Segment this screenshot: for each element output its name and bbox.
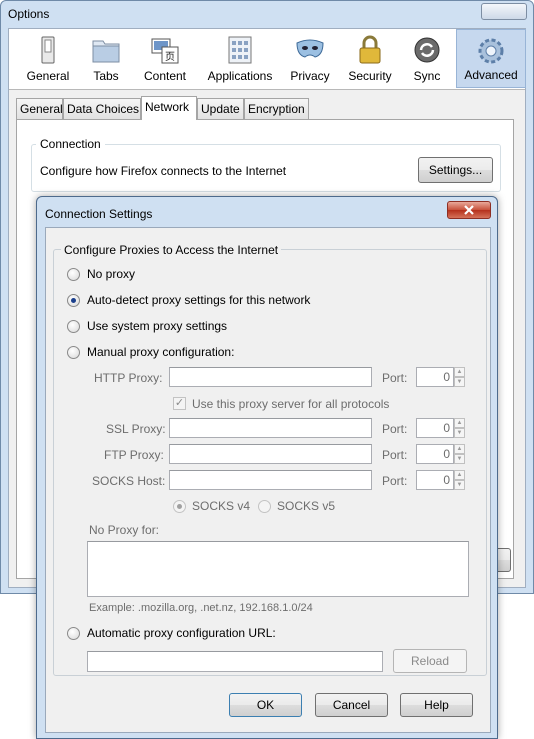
content-icon: 页 <box>151 38 179 64</box>
spin-up-icon[interactable]: ▲ <box>454 470 465 480</box>
connection-settings-dialog: Connection Settings Configure Proxies to… <box>36 196 498 739</box>
http-proxy-label: HTTP Proxy: <box>94 371 163 385</box>
manual-proxy-label[interactable]: Manual proxy configuration: <box>87 345 234 359</box>
share-proxy-checkbox[interactable]: ✓ <box>173 397 186 410</box>
mask-icon <box>296 39 324 58</box>
pane-label: Privacy <box>290 69 330 83</box>
no-proxy-radio[interactable] <box>67 268 80 281</box>
spin-down-icon[interactable]: ▼ <box>454 454 465 464</box>
pane-security[interactable]: Security <box>340 29 400 88</box>
no-proxy-label[interactable]: No proxy <box>87 267 135 281</box>
no-proxy-for-label: No Proxy for: <box>89 523 160 537</box>
cancel-button[interactable]: Cancel <box>315 693 388 717</box>
socks-host-input[interactable] <box>169 470 372 490</box>
ftp-proxy-label: FTP Proxy: <box>104 448 164 462</box>
close-icon <box>464 205 474 215</box>
pane-content[interactable]: 页 Content <box>133 29 197 88</box>
ftp-port-value[interactable]: 0 <box>416 444 454 464</box>
ssl-port-value[interactable]: 0 <box>416 418 454 438</box>
spin-down-icon[interactable]: ▼ <box>454 428 465 438</box>
dialog-close-button[interactable] <box>447 201 491 219</box>
spin-down-icon[interactable]: ▼ <box>454 377 465 387</box>
http-proxy-input[interactable] <box>169 367 372 387</box>
spin-down-icon[interactable]: ▼ <box>454 480 465 490</box>
pane-privacy[interactable]: Privacy <box>283 29 337 88</box>
ftp-proxy-input[interactable] <box>169 444 372 464</box>
settings-button[interactable]: Settings... <box>418 157 493 183</box>
pane-label: Sync <box>413 69 441 83</box>
no-proxy-example: Example: .mozilla.org, .net.nz, 192.168.… <box>89 602 313 614</box>
pane-label: Tabs <box>93 69 119 83</box>
tab-general[interactable]: General <box>16 98 63 119</box>
share-proxy-label[interactable]: Use this proxy server for all protocols <box>192 397 389 411</box>
connection-caption: Connection <box>36 137 105 151</box>
pane-advanced[interactable]: Advanced <box>456 29 526 88</box>
applications-icon <box>228 36 252 64</box>
tab-data-choices[interactable]: Data Choices <box>63 98 141 119</box>
system-proxy-radio[interactable] <box>67 320 80 333</box>
pane-label: Security <box>348 69 392 83</box>
pane-label: Advanced <box>464 68 518 82</box>
pane-sync[interactable]: Sync <box>403 29 451 88</box>
socks-v5-radio[interactable] <box>258 500 271 513</box>
pane-applications[interactable]: Applications <box>201 29 279 88</box>
tab-network[interactable]: Network <box>141 96 197 120</box>
pane-toolbar: General Tabs 页 Content Applications Priv… <box>9 29 526 90</box>
socks-v5-label[interactable]: SOCKS v5 <box>277 499 335 513</box>
dialog-title: Connection Settings <box>45 207 153 221</box>
ssl-proxy-input[interactable] <box>169 418 372 438</box>
socks-v4-label[interactable]: SOCKS v4 <box>192 499 250 513</box>
auto-config-url-input[interactable] <box>87 651 383 672</box>
ftp-port-stepper[interactable]: 0 ▲ ▼ <box>416 444 466 464</box>
pane-label: General <box>26 69 70 83</box>
http-port-value[interactable]: 0 <box>416 367 454 387</box>
pane-general[interactable]: General <box>18 29 78 88</box>
http-port-stepper[interactable]: 0 ▲ ▼ <box>416 367 466 387</box>
socks-host-label: SOCKS Host: <box>92 474 166 488</box>
socks-v4-radio[interactable] <box>173 500 186 513</box>
pane-tabs[interactable]: Tabs <box>81 29 131 88</box>
proxy-group-caption: Configure Proxies to Access the Internet <box>61 243 282 257</box>
manual-proxy-radio[interactable] <box>67 346 80 359</box>
pane-label: Content <box>143 69 187 83</box>
no-proxy-for-textarea[interactable] <box>87 541 469 597</box>
system-proxy-label[interactable]: Use system proxy settings <box>87 319 227 333</box>
svg-text:页: 页 <box>165 51 175 63</box>
socks-port-label: Port: <box>382 474 408 488</box>
auto-config-url-radio[interactable] <box>67 627 80 640</box>
folder-tabs-icon <box>92 40 120 63</box>
ftp-port-label: Port: <box>382 448 408 462</box>
ssl-proxy-label: SSL Proxy: <box>106 422 166 436</box>
help-button[interactable]: Help <box>400 693 473 717</box>
padlock-icon <box>359 35 381 64</box>
switch-icon <box>41 36 55 64</box>
auto-detect-radio[interactable] <box>67 294 80 307</box>
auto-config-url-label[interactable]: Automatic proxy configuration URL: <box>87 626 276 640</box>
pane-label: Applications <box>207 69 273 83</box>
sync-icon <box>414 37 440 63</box>
spin-up-icon[interactable]: ▲ <box>454 444 465 454</box>
spin-up-icon[interactable]: ▲ <box>454 418 465 428</box>
ssl-port-stepper[interactable]: 0 ▲ ▼ <box>416 418 466 438</box>
auto-detect-label[interactable]: Auto-detect proxy settings for this netw… <box>87 293 310 307</box>
tab-update[interactable]: Update <box>197 98 244 119</box>
options-window-close-button[interactable] <box>481 3 527 20</box>
ssl-port-label: Port: <box>382 422 408 436</box>
connection-description: Configure how Firefox connects to the In… <box>40 164 287 178</box>
http-port-label: Port: <box>382 371 408 385</box>
ok-button[interactable]: OK <box>229 693 302 717</box>
gear-icon <box>478 38 504 64</box>
spin-up-icon[interactable]: ▲ <box>454 367 465 377</box>
tab-encryption[interactable]: Encryption <box>244 98 309 119</box>
socks-port-stepper[interactable]: 0 ▲ ▼ <box>416 470 466 490</box>
options-window-title: Options <box>8 7 50 21</box>
socks-port-value[interactable]: 0 <box>416 470 454 490</box>
reload-button[interactable]: Reload <box>393 649 467 673</box>
